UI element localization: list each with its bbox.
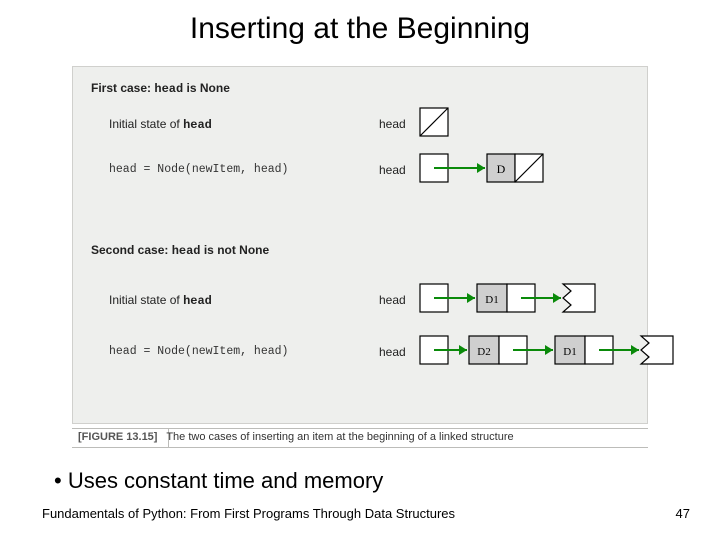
initial-head-word: head bbox=[183, 118, 212, 132]
figure-panel: First case: head is None Initial state o… bbox=[72, 66, 648, 424]
case1-head-word: head bbox=[154, 82, 183, 96]
case1-initial-label: Initial state of head bbox=[109, 117, 212, 132]
case1-code: head = Node(newItem, head) bbox=[109, 163, 288, 176]
footer-text: Fundamentals of Python: From First Progr… bbox=[42, 506, 455, 521]
case2-row1-head: head bbox=[379, 293, 406, 307]
figure-number: [FIGURE 13.15] bbox=[78, 431, 157, 443]
case2-initial-label: Initial state of head bbox=[109, 293, 212, 308]
svg-text:D1: D1 bbox=[485, 294, 498, 306]
initial-head-word-2: head bbox=[183, 294, 212, 308]
bullet-point: • Uses constant time and memory bbox=[54, 468, 383, 494]
null-box-1 bbox=[419, 107, 459, 139]
page-number: 47 bbox=[676, 506, 690, 521]
figure-caption: [FIGURE 13.15] The two cases of insertin… bbox=[78, 431, 514, 443]
figure-caption-text: The two cases of inserting an item at th… bbox=[166, 431, 513, 443]
case2-row2-diagram: D2 D1 bbox=[419, 335, 720, 369]
case2-row2-head: head bbox=[379, 345, 406, 359]
initial-label-text-2: Initial state of bbox=[109, 293, 180, 307]
case1-heading: First case: head is None bbox=[91, 81, 230, 96]
case1-row2-head: head bbox=[379, 163, 406, 177]
node-D-label: D bbox=[497, 162, 506, 176]
page-title: Inserting at the Beginning bbox=[0, 12, 720, 46]
case1-suffix: is None bbox=[183, 81, 230, 95]
svg-text:D1: D1 bbox=[563, 346, 576, 358]
slide: Inserting at the Beginning First case: h… bbox=[0, 0, 720, 540]
case2-row1-diagram: D1 bbox=[419, 283, 649, 317]
case2-head-word: head bbox=[172, 244, 201, 258]
svg-text:D2: D2 bbox=[477, 346, 490, 358]
case2-code: head = Node(newItem, head) bbox=[109, 345, 288, 358]
case1-node-diagram: D bbox=[419, 153, 579, 185]
case2-prefix: Second case: bbox=[91, 243, 172, 257]
case1-row1-head: head bbox=[379, 117, 406, 131]
initial-label-text: Initial state of bbox=[109, 117, 180, 131]
case2-heading: Second case: head is not None bbox=[91, 243, 269, 258]
figure-caption-bar: [FIGURE 13.15] The two cases of insertin… bbox=[72, 428, 648, 448]
case1-prefix: First case: bbox=[91, 81, 154, 95]
case2-suffix: is not None bbox=[201, 243, 270, 257]
